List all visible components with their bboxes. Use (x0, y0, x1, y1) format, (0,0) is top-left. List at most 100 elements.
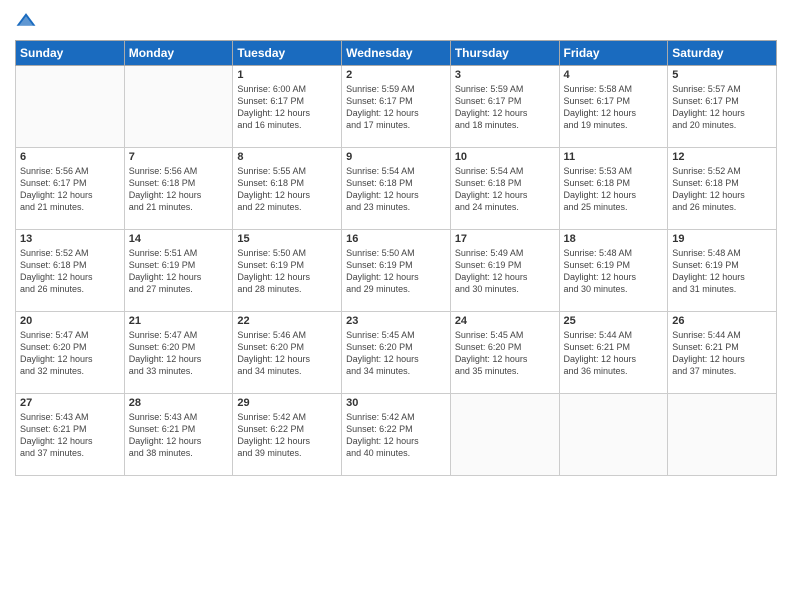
week-row-3: 13Sunrise: 5:52 AM Sunset: 6:18 PM Dayli… (16, 230, 777, 312)
calendar-cell: 6Sunrise: 5:56 AM Sunset: 6:17 PM Daylig… (16, 148, 125, 230)
week-row-4: 20 Sunrise: 5:47 AM Sunset: 6:20 PM Dayli… (16, 312, 777, 394)
calendar-cell: 28 Sunrise: 5:43 AM Sunset: 6:21 PM Dayli… (124, 394, 233, 476)
day-number: 10 (455, 151, 555, 163)
week-row-2: 6Sunrise: 5:56 AM Sunset: 6:17 PM Daylig… (16, 148, 777, 230)
calendar-cell: 15 Sunrise: 5:50 AM Sunset: 6:19 PM Dayli… (233, 230, 342, 312)
day-info: Sunrise: 5:58 AM Sunset: 6:17 PM Dayligh… (564, 83, 664, 132)
day-number: 20 (20, 315, 120, 327)
calendar-cell: 9 Sunrise: 5:54 AM Sunset: 6:18 PM Daylig… (342, 148, 451, 230)
calendar-cell: 8 Sunrise: 5:55 AM Sunset: 6:18 PM Daylig… (233, 148, 342, 230)
day-info: Sunrise: 5:43 AM Sunset: 6:21 PM Dayligh… (129, 411, 229, 460)
day-info: Sunrise: 5:51 AM Sunset: 6:19 PM Dayligh… (129, 247, 229, 296)
day-number: 19 (672, 233, 772, 245)
week-row-1: 1Sunrise: 6:00 AM Sunset: 6:17 PM Daylig… (16, 66, 777, 148)
day-number: 5 (672, 69, 772, 81)
calendar-cell (16, 66, 125, 148)
day-info: Sunrise: 5:59 AM Sunset: 6:17 PM Dayligh… (455, 83, 555, 132)
calendar-cell: 20 Sunrise: 5:47 AM Sunset: 6:20 PM Dayli… (16, 312, 125, 394)
day-number: 26 (672, 315, 772, 327)
calendar-cell: 11 Sunrise: 5:53 AM Sunset: 6:18 PM Dayli… (559, 148, 668, 230)
calendar-cell: 22 Sunrise: 5:46 AM Sunset: 6:20 PM Dayli… (233, 312, 342, 394)
day-number: 27 (20, 397, 120, 409)
day-info: Sunrise: 5:48 AM Sunset: 6:19 PM Dayligh… (672, 247, 772, 296)
calendar-cell: 27Sunrise: 5:43 AM Sunset: 6:21 PM Dayli… (16, 394, 125, 476)
day-info: Sunrise: 5:56 AM Sunset: 6:17 PM Dayligh… (20, 165, 120, 214)
day-number: 2 (346, 69, 446, 81)
header-friday: Friday (559, 41, 668, 66)
day-info: Sunrise: 5:57 AM Sunset: 6:17 PM Dayligh… (672, 83, 772, 132)
day-number: 21 (129, 315, 229, 327)
calendar-cell: 23 Sunrise: 5:45 AM Sunset: 6:20 PM Dayli… (342, 312, 451, 394)
calendar-cell: 18 Sunrise: 5:48 AM Sunset: 6:19 PM Dayli… (559, 230, 668, 312)
day-info: Sunrise: 5:45 AM Sunset: 6:20 PM Dayligh… (346, 329, 446, 378)
calendar-cell: 7 Sunrise: 5:56 AM Sunset: 6:18 PM Daylig… (124, 148, 233, 230)
calendar-cell (559, 394, 668, 476)
day-info: Sunrise: 5:42 AM Sunset: 6:22 PM Dayligh… (237, 411, 337, 460)
day-info: Sunrise: 5:59 AM Sunset: 6:17 PM Dayligh… (346, 83, 446, 132)
day-number: 22 (237, 315, 337, 327)
header (15, 10, 777, 32)
calendar-cell: 29 Sunrise: 5:42 AM Sunset: 6:22 PM Dayli… (233, 394, 342, 476)
day-info: Sunrise: 5:55 AM Sunset: 6:18 PM Dayligh… (237, 165, 337, 214)
day-number: 17 (455, 233, 555, 245)
day-info: Sunrise: 5:45 AM Sunset: 6:20 PM Dayligh… (455, 329, 555, 378)
header-row: SundayMondayTuesdayWednesdayThursdayFrid… (16, 41, 777, 66)
calendar-cell: 30 Sunrise: 5:42 AM Sunset: 6:22 PM Dayli… (342, 394, 451, 476)
calendar-cell: 14 Sunrise: 5:51 AM Sunset: 6:19 PM Dayli… (124, 230, 233, 312)
day-number: 16 (346, 233, 446, 245)
day-info: Sunrise: 5:54 AM Sunset: 6:18 PM Dayligh… (455, 165, 555, 214)
day-number: 8 (237, 151, 337, 163)
header-saturday: Saturday (668, 41, 777, 66)
calendar-cell: 19 Sunrise: 5:48 AM Sunset: 6:19 PM Dayli… (668, 230, 777, 312)
day-info: Sunrise: 5:42 AM Sunset: 6:22 PM Dayligh… (346, 411, 446, 460)
day-number: 30 (346, 397, 446, 409)
day-number: 12 (672, 151, 772, 163)
calendar-cell (450, 394, 559, 476)
calendar-cell: 26 Sunrise: 5:44 AM Sunset: 6:21 PM Dayli… (668, 312, 777, 394)
day-number: 14 (129, 233, 229, 245)
day-number: 23 (346, 315, 446, 327)
day-info: Sunrise: 5:56 AM Sunset: 6:18 PM Dayligh… (129, 165, 229, 214)
day-number: 29 (237, 397, 337, 409)
calendar-cell: 4 Sunrise: 5:58 AM Sunset: 6:17 PM Daylig… (559, 66, 668, 148)
day-info: Sunrise: 5:47 AM Sunset: 6:20 PM Dayligh… (20, 329, 120, 378)
day-number: 15 (237, 233, 337, 245)
day-number: 9 (346, 151, 446, 163)
calendar-cell: 13Sunrise: 5:52 AM Sunset: 6:18 PM Dayli… (16, 230, 125, 312)
day-number: 28 (129, 397, 229, 409)
day-number: 13 (20, 233, 120, 245)
calendar-cell: 3 Sunrise: 5:59 AM Sunset: 6:17 PM Daylig… (450, 66, 559, 148)
day-number: 11 (564, 151, 664, 163)
calendar-cell: 10 Sunrise: 5:54 AM Sunset: 6:18 PM Dayli… (450, 148, 559, 230)
header-wednesday: Wednesday (342, 41, 451, 66)
day-info: Sunrise: 5:44 AM Sunset: 6:21 PM Dayligh… (564, 329, 664, 378)
day-info: Sunrise: 5:49 AM Sunset: 6:19 PM Dayligh… (455, 247, 555, 296)
calendar-cell: 25 Sunrise: 5:44 AM Sunset: 6:21 PM Dayli… (559, 312, 668, 394)
day-number: 25 (564, 315, 664, 327)
calendar-cell: 2 Sunrise: 5:59 AM Sunset: 6:17 PM Daylig… (342, 66, 451, 148)
day-info: Sunrise: 5:50 AM Sunset: 6:19 PM Dayligh… (237, 247, 337, 296)
day-number: 7 (129, 151, 229, 163)
calendar-cell: 16 Sunrise: 5:50 AM Sunset: 6:19 PM Dayli… (342, 230, 451, 312)
day-number: 3 (455, 69, 555, 81)
calendar-cell: 17 Sunrise: 5:49 AM Sunset: 6:19 PM Dayli… (450, 230, 559, 312)
calendar-cell: 1Sunrise: 6:00 AM Sunset: 6:17 PM Daylig… (233, 66, 342, 148)
day-info: Sunrise: 5:47 AM Sunset: 6:20 PM Dayligh… (129, 329, 229, 378)
day-info: Sunrise: 5:54 AM Sunset: 6:18 PM Dayligh… (346, 165, 446, 214)
logo-icon (15, 10, 37, 32)
day-info: Sunrise: 5:44 AM Sunset: 6:21 PM Dayligh… (672, 329, 772, 378)
day-info: Sunrise: 6:00 AM Sunset: 6:17 PM Dayligh… (237, 83, 337, 132)
calendar-cell (668, 394, 777, 476)
day-info: Sunrise: 5:48 AM Sunset: 6:19 PM Dayligh… (564, 247, 664, 296)
day-number: 18 (564, 233, 664, 245)
day-number: 24 (455, 315, 555, 327)
day-info: Sunrise: 5:53 AM Sunset: 6:18 PM Dayligh… (564, 165, 664, 214)
header-sunday: Sunday (16, 41, 125, 66)
calendar-cell: 24 Sunrise: 5:45 AM Sunset: 6:20 PM Dayli… (450, 312, 559, 394)
day-info: Sunrise: 5:46 AM Sunset: 6:20 PM Dayligh… (237, 329, 337, 378)
calendar-cell: 21 Sunrise: 5:47 AM Sunset: 6:20 PM Dayli… (124, 312, 233, 394)
header-thursday: Thursday (450, 41, 559, 66)
day-number: 4 (564, 69, 664, 81)
calendar-table: SundayMondayTuesdayWednesdayThursdayFrid… (15, 40, 777, 476)
day-info: Sunrise: 5:50 AM Sunset: 6:19 PM Dayligh… (346, 247, 446, 296)
